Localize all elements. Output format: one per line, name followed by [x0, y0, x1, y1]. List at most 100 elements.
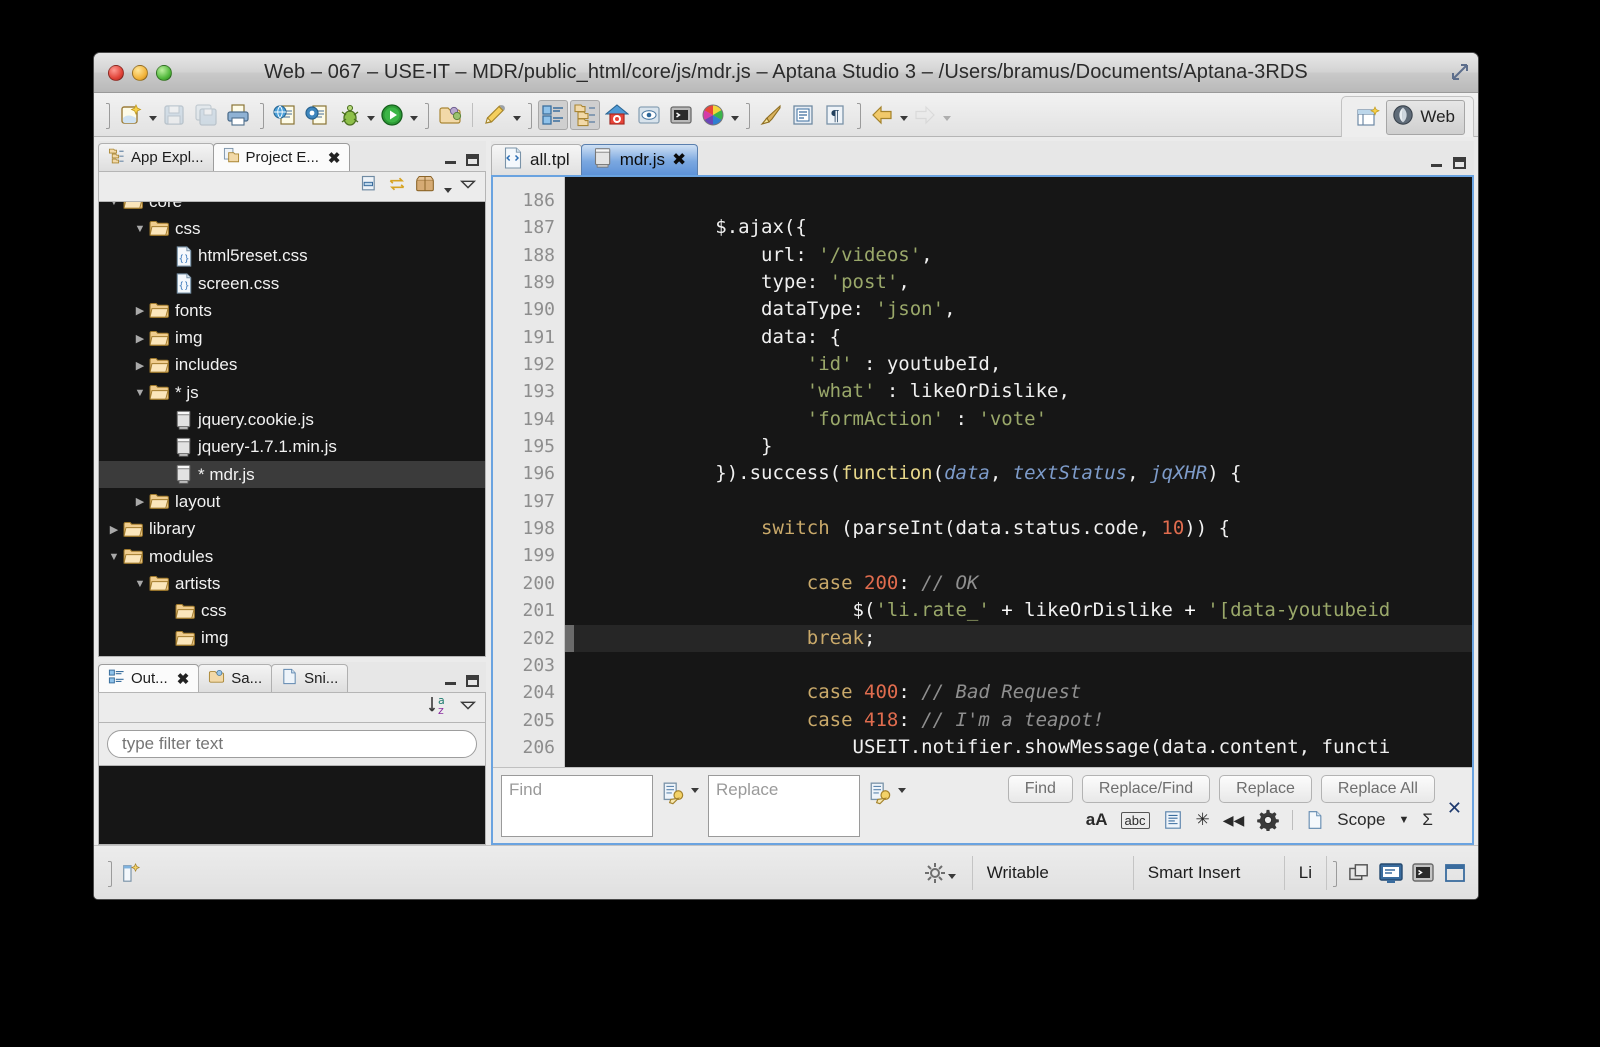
color-wheel-dropdown-icon[interactable]	[729, 100, 740, 130]
back-icon[interactable]	[867, 100, 897, 130]
code-line[interactable]: dataType: 'json',	[574, 296, 1472, 323]
code-line[interactable]: case 200: // OK	[574, 570, 1472, 597]
twisty-expanded-icon[interactable]: ▼	[105, 202, 123, 208]
statusbar-handle[interactable]	[105, 860, 114, 887]
close-window-button[interactable]	[108, 64, 124, 81]
tree-item[interactable]: img	[99, 625, 485, 652]
twisty-expanded-icon[interactable]: ▼	[131, 387, 149, 399]
close-icon[interactable]: ✖	[672, 150, 686, 170]
chevron-down-icon[interactable]	[896, 781, 907, 797]
close-icon[interactable]: ✖	[177, 670, 190, 688]
tree-item[interactable]: {} html5reset.css	[99, 243, 485, 270]
code-line[interactable]: break;	[574, 624, 1472, 652]
find-input[interactable]: Find	[501, 775, 653, 837]
code-line[interactable]: 'what' : likeOrDislike,	[574, 378, 1472, 405]
twisty-collapsed-icon[interactable]: ▶	[131, 304, 149, 317]
tree-item[interactable]: {} screen.css	[99, 270, 485, 297]
twisty-collapsed-icon[interactable]: ▶	[131, 332, 149, 345]
regex-icon[interactable]: ✳	[1196, 810, 1210, 830]
scope-icon[interactable]	[1306, 810, 1324, 830]
tree-item[interactable]: ▶ library	[99, 516, 485, 543]
tree-item[interactable]: ▶ includes	[99, 352, 485, 379]
preview-icon[interactable]	[302, 100, 332, 130]
resize-corner-icon[interactable]	[1450, 62, 1470, 82]
code-line[interactable]: USEIT.notifier.showMessage(data.content,…	[574, 734, 1472, 761]
home-icon[interactable]	[602, 100, 632, 130]
sigma-icon[interactable]: Σ	[1422, 810, 1433, 830]
case-sensitive-icon[interactable]: aA	[1086, 810, 1108, 830]
sidebar-tab-snippets[interactable]: Sni...	[271, 664, 349, 692]
statusbar-trim-handle[interactable]	[1330, 860, 1339, 887]
twisty-expanded-icon[interactable]: ▼	[131, 223, 149, 235]
minimize-view-icon[interactable]	[444, 676, 458, 687]
twisty-collapsed-icon[interactable]: ▶	[105, 523, 123, 536]
tree-item[interactable]: ▼ core	[99, 202, 485, 215]
replace-button[interactable]: Replace	[1219, 775, 1312, 803]
tree-item[interactable]: ▼ css	[99, 215, 485, 242]
show-terminal-icon[interactable]	[1408, 858, 1438, 888]
toolbar-group-handle[interactable]	[743, 102, 752, 129]
view-menu-icon[interactable]	[459, 698, 477, 717]
replace-find-button[interactable]: Replace/Find	[1081, 775, 1211, 803]
pilcrow-icon[interactable]: ¶	[820, 100, 850, 130]
code-line[interactable]: $.ajax({	[574, 214, 1472, 241]
replace-input[interactable]: Replace	[708, 775, 860, 837]
toolbar-group-handle[interactable]	[257, 102, 266, 129]
open-resource-icon[interactable]	[435, 100, 465, 130]
minimize-view-icon[interactable]	[444, 155, 458, 166]
code-line[interactable]: case 418: // I'm a teapot!	[574, 707, 1472, 734]
back-dropdown-icon[interactable]	[898, 100, 909, 130]
twisty-collapsed-icon[interactable]: ▶	[131, 495, 149, 508]
zoom-window-button[interactable]	[156, 64, 172, 81]
scope-label[interactable]: Scope	[1337, 810, 1385, 830]
close-find-bar-icon[interactable]: ✕	[1443, 775, 1464, 837]
toolbar-group-handle[interactable]	[103, 102, 112, 129]
collapse-all-icon[interactable]	[360, 174, 380, 199]
outline-tree[interactable]	[98, 765, 486, 845]
maximize-view-icon[interactable]	[1440, 858, 1470, 888]
replace-history-dropdown[interactable]	[868, 775, 907, 837]
minimize-window-button[interactable]	[132, 64, 148, 81]
find-options-icon[interactable]	[1257, 809, 1280, 831]
app-explorer-toggle-icon[interactable]	[538, 99, 568, 130]
deploy-icon[interactable]	[414, 174, 436, 199]
deploy-dropdown-icon[interactable]	[442, 177, 453, 197]
view-menu-icon[interactable]	[459, 177, 477, 196]
preview-pane-icon[interactable]	[634, 100, 664, 130]
twisty-expanded-icon[interactable]: ▼	[131, 578, 149, 590]
code-line[interactable]: data: {	[574, 324, 1472, 351]
toolbar-group-handle[interactable]	[525, 102, 534, 129]
show-console-icon[interactable]	[1376, 858, 1406, 888]
sidebar-tab-project-explorer[interactable]: Project E... ✖	[212, 143, 351, 171]
code-line[interactable]	[574, 187, 1472, 214]
project-explorer-toggle-icon[interactable]	[570, 99, 600, 130]
book-icon[interactable]	[788, 100, 818, 130]
tree-item[interactable]: ▼ artists	[99, 570, 485, 597]
maximize-view-icon[interactable]	[466, 154, 479, 166]
tree-item[interactable]: ▼ modules	[99, 543, 485, 570]
sidebar-tab-app-explorer[interactable]: App Expl...	[98, 143, 214, 171]
run-icon[interactable]	[377, 100, 407, 130]
pencil-dropdown-icon[interactable]	[511, 100, 522, 130]
code-line[interactable]: switch (parseInt(data.status.code, 10)) …	[574, 515, 1472, 542]
code-line[interactable]: case 400: // Bad Request	[574, 679, 1472, 706]
debug-icon[interactable]	[334, 100, 364, 130]
tree-item[interactable]: jquery-1.7.1.min.js	[99, 434, 485, 461]
search-backward-icon[interactable]: ◀◀	[1223, 812, 1245, 829]
code-line[interactable]	[574, 542, 1472, 569]
editor-tab-mdr-js[interactable]: mdr.js ✖	[580, 144, 699, 175]
whole-word-icon[interactable]: abc	[1120, 811, 1150, 829]
print-icon[interactable]	[223, 100, 253, 130]
tree-item[interactable]: ▼ * js	[99, 379, 485, 406]
link-with-editor-icon[interactable]	[386, 174, 408, 199]
run-dropdown-icon[interactable]	[408, 100, 419, 130]
tree-item[interactable]: css	[99, 597, 485, 624]
code-line[interactable]: 'formAction' : 'vote'	[574, 406, 1472, 433]
find-history-dropdown[interactable]	[661, 775, 700, 837]
sort-az-icon[interactable]: az	[427, 693, 453, 722]
tree-item[interactable]: ▶ fonts	[99, 297, 485, 324]
open-perspective-icon[interactable]	[1353, 102, 1383, 132]
code-line[interactable]: 'id' : youtubeId,	[574, 351, 1472, 378]
color-wheel-icon[interactable]	[698, 100, 728, 130]
chevron-down-icon[interactable]	[947, 863, 958, 883]
